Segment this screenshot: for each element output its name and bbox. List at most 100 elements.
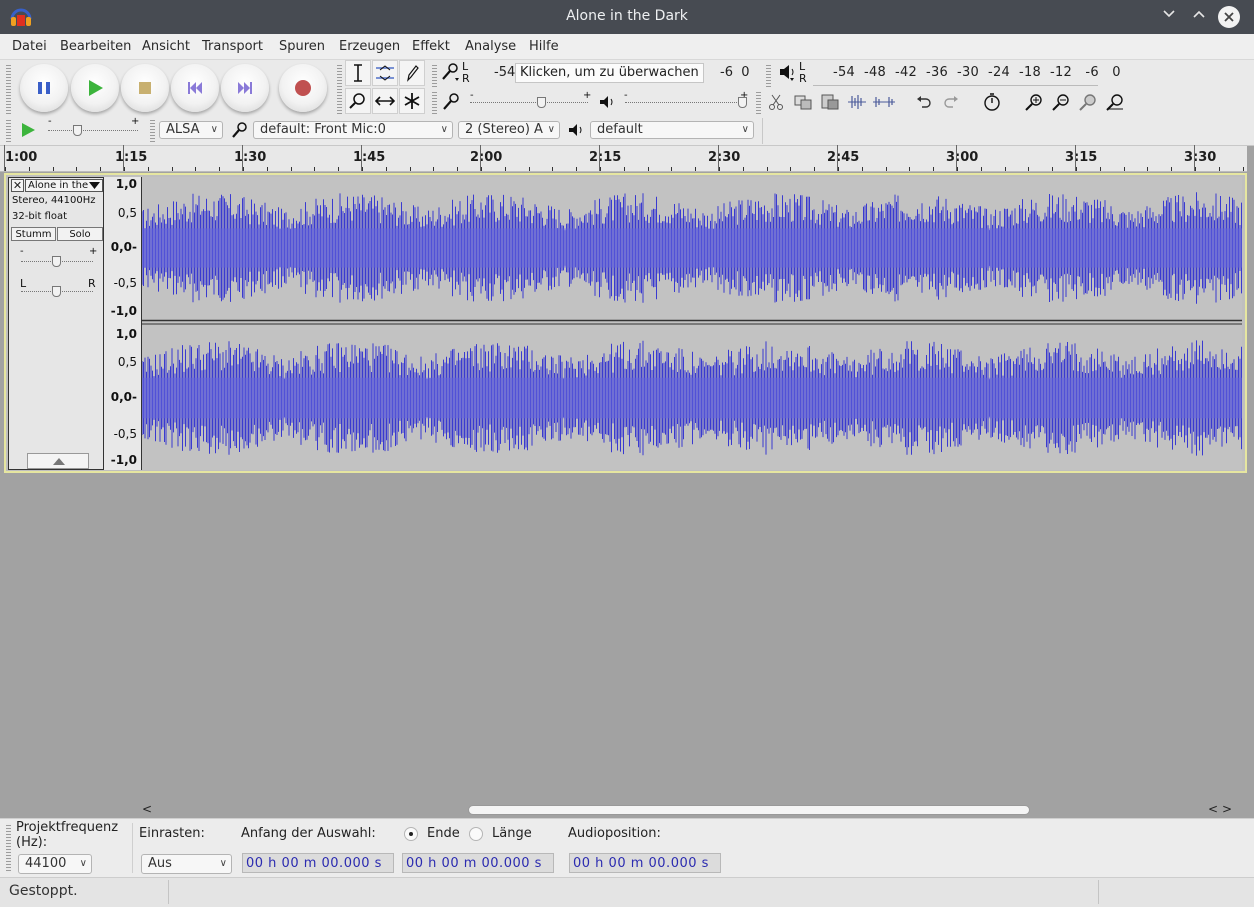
zoom-tool[interactable] xyxy=(345,88,371,114)
project-rate-select[interactable]: 44100 ∨ xyxy=(18,854,92,874)
ruler-tick xyxy=(814,167,815,171)
ruler-tick xyxy=(1219,167,1220,171)
snap-select[interactable]: Aus ∨ xyxy=(141,854,232,874)
horizontal-scrollbar[interactable]: < <> xyxy=(140,802,1254,818)
play-button[interactable] xyxy=(71,64,119,112)
track-close-button[interactable]: ✕ xyxy=(11,179,24,192)
menu-hilfe[interactable]: Hilfe xyxy=(529,39,559,54)
timeline-ruler[interactable]: 1:00 1:15 1:30 1:45 2:00 2:15 2:30 2:45 … xyxy=(0,145,1247,172)
toolbar-grip[interactable] xyxy=(6,823,11,873)
skip-to-end-button[interactable] xyxy=(221,64,269,112)
redo-button[interactable] xyxy=(939,90,963,114)
ruler-major-tick xyxy=(1075,145,1076,171)
speaker-icon xyxy=(569,124,582,136)
trim-button[interactable] xyxy=(845,90,869,114)
audacity-window: Alone in the Dark Datei Bearbeiten Ansic… xyxy=(0,0,1254,907)
selection-tool[interactable] xyxy=(345,60,371,86)
scroll-arrows-icon[interactable]: <> xyxy=(1208,802,1236,816)
menu-erzeugen[interactable]: Erzeugen xyxy=(339,39,400,54)
toolbar-grip[interactable] xyxy=(6,63,11,115)
sync-lock-button[interactable] xyxy=(980,90,1004,114)
menu-bearbeiten[interactable]: Bearbeiten xyxy=(60,39,131,54)
zoom-in-icon xyxy=(1025,94,1042,111)
undo-button[interactable] xyxy=(912,90,936,114)
amplitude-ruler[interactable]: 1,0 0,5 0,0- -0,5 -1,0 1,0 0,5 0,0- -0,5… xyxy=(104,177,142,470)
audio-host-select[interactable]: ALSA ∨ xyxy=(159,121,223,139)
record-meter-monitor-hint[interactable]: Klicken, um zu überwachen xyxy=(515,63,704,83)
play-speed-thumb[interactable] xyxy=(73,125,82,136)
end-radio-label: Ende xyxy=(427,826,460,841)
time-shift-tool[interactable] xyxy=(372,88,398,114)
play-speed-slider[interactable] xyxy=(48,130,138,131)
ruler-tick xyxy=(386,167,387,171)
draw-tool[interactable] xyxy=(399,60,425,86)
toolbar-grip[interactable] xyxy=(432,90,437,114)
end-radio[interactable] xyxy=(404,827,418,841)
track-gain-thumb[interactable] xyxy=(52,256,61,267)
track-pan-thumb[interactable] xyxy=(52,286,61,297)
selection-end-time[interactable]: 00 h 00 m 00.000 s xyxy=(402,853,554,873)
length-radio[interactable] xyxy=(469,827,483,841)
cut-button[interactable] xyxy=(764,90,788,114)
solo-label: Solo xyxy=(69,229,91,240)
toolbar-grip[interactable] xyxy=(150,118,155,142)
copy-button[interactable] xyxy=(791,90,815,114)
triangle-up-icon xyxy=(53,458,65,465)
playback-device-select[interactable]: default ∨ xyxy=(590,121,754,139)
skip-to-start-button[interactable] xyxy=(171,64,219,112)
playback-meter-bar[interactable] xyxy=(813,85,1098,86)
playback-meter-button[interactable] xyxy=(777,60,801,84)
scale-label: -1,0 xyxy=(110,304,137,318)
paste-button[interactable] xyxy=(818,90,842,114)
input-volume-slider[interactable] xyxy=(470,102,588,103)
toolbar-grip[interactable] xyxy=(756,90,761,114)
toolbar-grip[interactable] xyxy=(432,63,437,87)
zoom-in-button[interactable] xyxy=(1022,90,1046,114)
toolbar-grip[interactable] xyxy=(6,118,11,142)
menu-effekt[interactable]: Effekt xyxy=(412,39,450,54)
silence-button[interactable] xyxy=(872,90,896,114)
fit-selection-button[interactable] xyxy=(1076,90,1100,114)
menu-datei[interactable]: Datei xyxy=(12,39,47,54)
menu-transport[interactable]: Transport xyxy=(202,39,263,54)
solo-button[interactable]: Solo xyxy=(57,227,103,241)
record-meter-button[interactable] xyxy=(440,60,464,84)
output-volume-thumb[interactable] xyxy=(738,97,747,108)
recording-device-select[interactable]: default: Front Mic:0 ∨ xyxy=(253,121,453,139)
scrollbar-thumb[interactable] xyxy=(468,805,1030,815)
ruler-tick xyxy=(1243,167,1244,171)
selection-start-time[interactable]: 00 h 00 m 00.000 s xyxy=(242,853,394,873)
toolbar-grip[interactable] xyxy=(337,63,342,115)
ruler-tick xyxy=(219,167,220,171)
stop-button[interactable] xyxy=(121,64,169,112)
menu-ansicht[interactable]: Ansicht xyxy=(142,39,190,54)
audio-position-time[interactable]: 00 h 00 m 00.000 s xyxy=(569,853,721,873)
toolbar-grip[interactable] xyxy=(766,63,771,87)
zoom-out-button[interactable] xyxy=(1049,90,1073,114)
input-volume-thumb[interactable] xyxy=(537,97,546,108)
track-name-menu[interactable]: Alone in the xyxy=(25,179,103,192)
ruler-major-tick xyxy=(361,145,362,171)
output-volume-slider[interactable] xyxy=(625,102,745,103)
collapse-track-button[interactable] xyxy=(27,453,89,469)
menu-analyse[interactable]: Analyse xyxy=(465,39,516,54)
mute-button[interactable]: Stumm xyxy=(11,227,56,241)
microphone-icon xyxy=(443,93,459,110)
ruler-tick xyxy=(5,167,6,171)
right-channel-waveform xyxy=(141,340,1242,456)
minimize-button[interactable] xyxy=(1158,6,1180,28)
menu-spuren[interactable]: Spuren xyxy=(279,39,325,54)
close-window-button[interactable] xyxy=(1218,6,1240,28)
input-volume-icon-button xyxy=(440,90,464,114)
scroll-left-arrow-icon[interactable]: < xyxy=(142,802,152,816)
multi-tool[interactable] xyxy=(399,88,425,114)
track-pan-left: L xyxy=(20,277,27,290)
envelope-tool[interactable] xyxy=(372,60,398,86)
pause-button[interactable] xyxy=(20,64,68,112)
maximize-button[interactable] xyxy=(1188,6,1210,28)
fit-project-button[interactable] xyxy=(1103,90,1127,114)
record-button[interactable] xyxy=(279,64,327,112)
recording-channels-select[interactable]: 2 (Stereo) A ∨ xyxy=(458,121,560,139)
waveform-display[interactable] xyxy=(141,177,1242,470)
play-at-speed-button[interactable] xyxy=(16,118,40,142)
